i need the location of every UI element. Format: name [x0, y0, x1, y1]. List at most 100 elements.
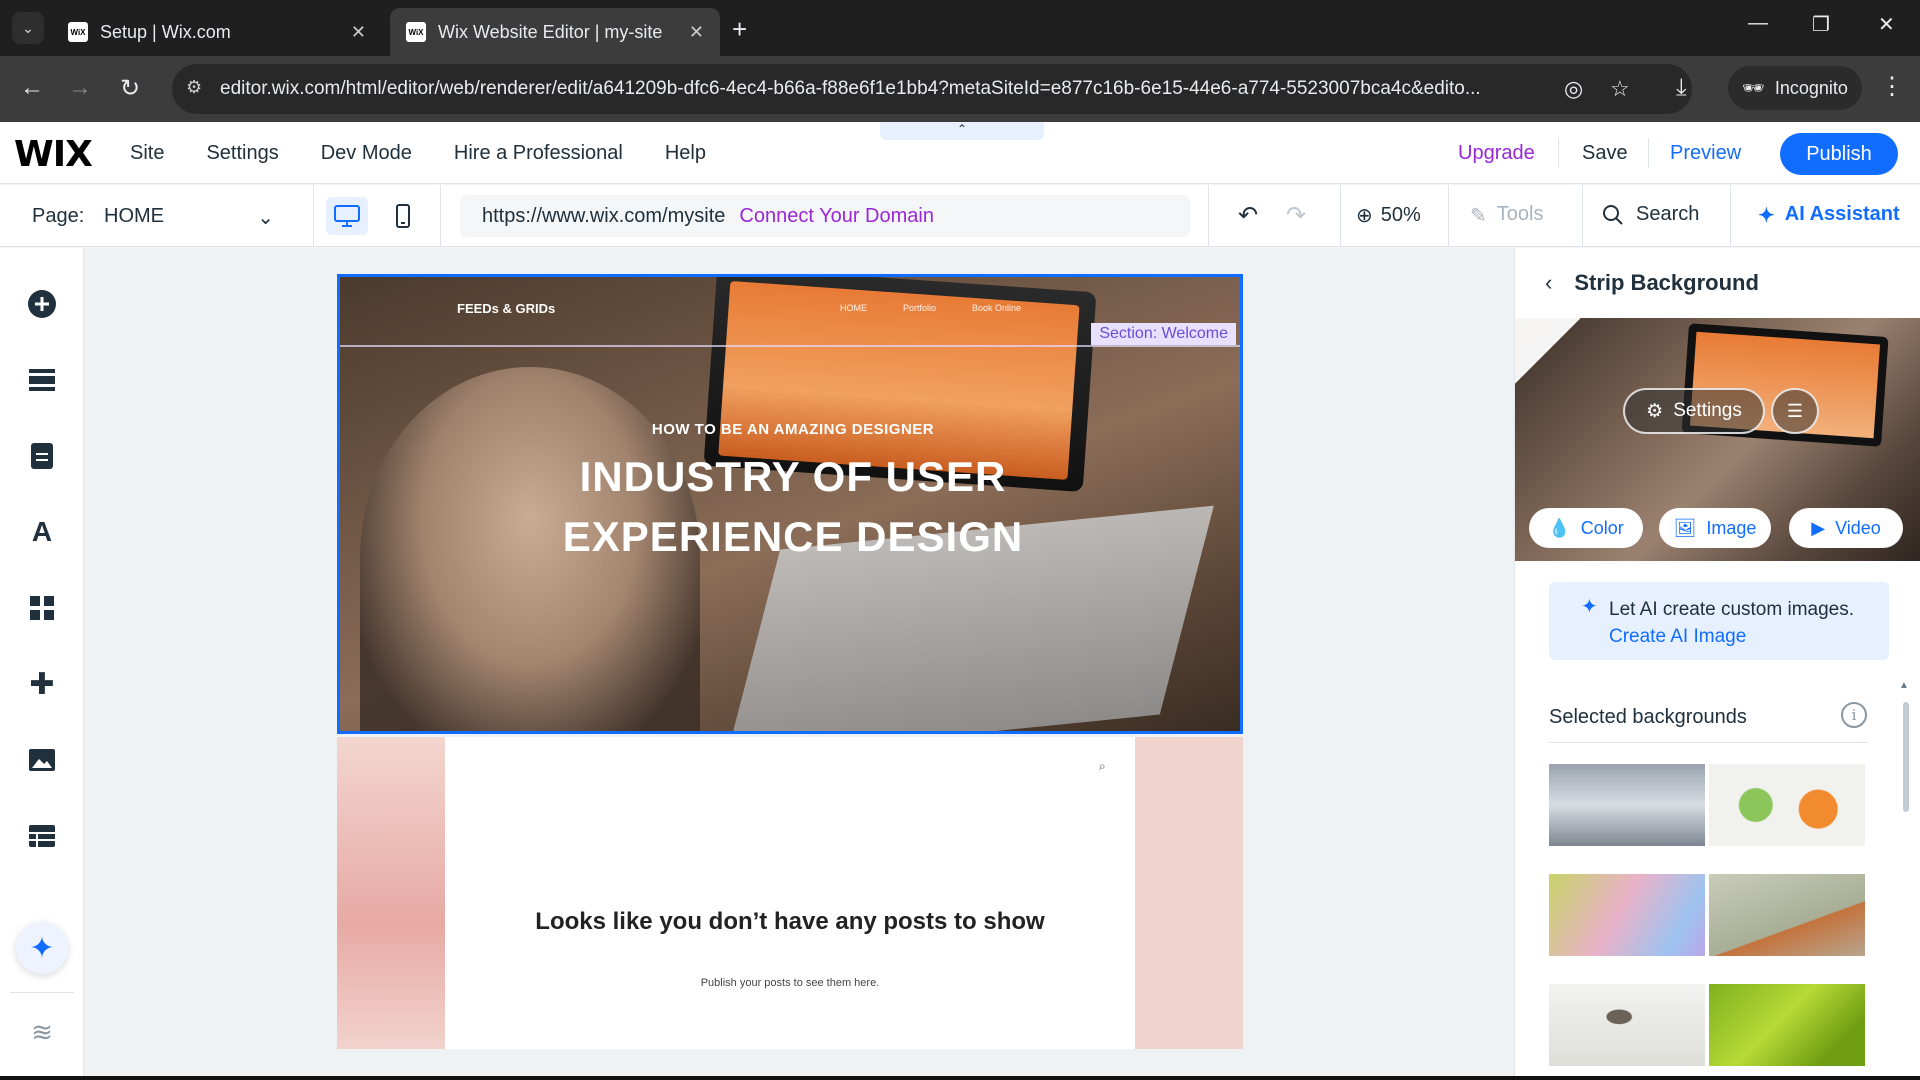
incognito-badge[interactable]: 🕶 Incognito [1728, 66, 1862, 110]
strip-background-panel: ‹ Strip Background ⚙ Settings ☰ 💧 Color … [1514, 248, 1920, 1080]
hero-title-line-1: INDUSTRY OF USER [579, 453, 1007, 500]
tab-title: Setup | Wix.com [100, 21, 231, 42]
zoom-in-icon: ⊕ [1356, 205, 1373, 227]
video-background-button[interactable]: ▶ Video [1789, 508, 1903, 548]
eye-off-icon[interactable]: ◎ [1564, 76, 1583, 102]
publish-button[interactable]: Publish [1780, 133, 1898, 175]
minimize-icon[interactable]: — [1748, 12, 1768, 35]
color-background-button[interactable]: 💧 Color [1529, 508, 1643, 548]
adjust-sliders-button[interactable]: ☰ [1771, 388, 1819, 434]
close-icon[interactable]: ✕ [351, 22, 366, 43]
wix-logo[interactable]: WIX [14, 134, 93, 175]
site-url[interactable]: https://www.wix.com/mysite [482, 205, 725, 228]
layers-icon[interactable]: ≋ [22, 1012, 62, 1052]
section-label-tag[interactable]: Section: Welcome [1091, 323, 1236, 345]
undo-icon[interactable]: ↶ [1238, 201, 1258, 230]
sparkle-icon: ✦ [1581, 596, 1598, 618]
menu-help[interactable]: Help [665, 142, 706, 165]
blog-section[interactable]: ⌕ Looks like you don’t have any posts to… [337, 737, 1243, 1049]
menu-site[interactable]: Site [130, 142, 164, 165]
site-nav-menu[interactable]: HOME Portfolio Book Online [840, 303, 1021, 313]
site-nav-portfolio[interactable]: Portfolio [903, 303, 936, 313]
image-label: Image [1706, 517, 1757, 538]
background-settings-button[interactable]: ⚙ Settings [1623, 388, 1765, 434]
background-thumbnail-minimal[interactable] [1549, 984, 1705, 1066]
gear-icon: ⚙ [1646, 400, 1664, 422]
back-chevron-icon[interactable]: ‹ [1545, 270, 1552, 296]
apps-button[interactable] [22, 588, 62, 628]
desktop-icon [334, 205, 360, 227]
reload-icon[interactable]: ↻ [120, 74, 140, 103]
browser-tab-setup[interactable]: WiX Setup | Wix.com ✕ [52, 8, 382, 56]
url-omnibox[interactable]: ⚙ editor.wix.com/html/editor/web/rendere… [172, 64, 1692, 114]
preview-corner-fold [1515, 318, 1581, 384]
search-icon [1603, 204, 1623, 225]
site-nav-book-online[interactable]: Book Online [972, 303, 1021, 313]
zoom-control[interactable]: ⊕ 50% [1356, 203, 1421, 228]
menu-dev-mode[interactable]: Dev Mode [321, 142, 412, 165]
background-thumbnail-mountain-video[interactable] [1549, 764, 1705, 846]
hero-title-line-2: EXPERIENCE DESIGN [562, 513, 1024, 560]
preview-button[interactable]: Preview [1670, 122, 1741, 184]
business-tools-puzzle-icon[interactable]: ✚ [22, 664, 62, 704]
image-background-button[interactable]: 🖼 Image [1659, 508, 1771, 548]
pages-menu-button[interactable] [22, 436, 62, 476]
divider [1730, 185, 1731, 247]
download-icon[interactable]: ⤓ [1676, 74, 1687, 102]
ai-assistant-button[interactable]: ✦ AI Assistant [1758, 203, 1900, 228]
tab-search-chevron-icon[interactable]: ⌄ [12, 12, 44, 44]
hero-kicker-text[interactable]: HOW TO BE AN AMAZING DESIGNER [340, 421, 1240, 438]
create-ai-image-link[interactable]: Create AI Image [1609, 626, 1746, 647]
settings-label: Settings [1673, 400, 1742, 421]
page-select-value: HOME [104, 205, 164, 227]
save-button[interactable]: Save [1582, 122, 1628, 184]
new-tab-icon[interactable]: + [732, 14, 747, 45]
window-close-icon[interactable]: ✕ [1878, 12, 1895, 37]
image-icon [29, 749, 55, 771]
left-tool-rail: A ✚ ✦ ≋ [0, 248, 84, 1080]
info-icon[interactable]: i [1841, 702, 1867, 728]
url-text[interactable]: editor.wix.com/html/editor/web/renderer/… [220, 78, 1580, 100]
tools-button[interactable]: ✎ Tools [1470, 203, 1543, 228]
search-button[interactable]: Search [1602, 203, 1699, 226]
collapse-topbar-chevron-icon[interactable]: ⌃ [880, 122, 1044, 140]
add-elements-button[interactable] [22, 284, 62, 324]
restore-icon[interactable]: ❐ [1812, 12, 1830, 37]
menu-hire-professional[interactable]: Hire a Professional [454, 142, 623, 165]
background-thumbnail-gradient[interactable] [1549, 874, 1705, 956]
site-nav-home[interactable]: HOME [840, 303, 867, 313]
bookmark-star-icon[interactable]: ☆ [1610, 76, 1630, 102]
media-button[interactable] [22, 740, 62, 780]
page-select[interactable]: HOME ⌄ [104, 205, 274, 230]
welcome-section[interactable]: FEEDs & GRIDs HOME Portfolio Book Online… [337, 274, 1243, 734]
ai-sparkle-button[interactable]: ✦ [16, 922, 68, 974]
browser-menu-icon[interactable]: ⋮ [1880, 72, 1904, 101]
divider [1549, 742, 1869, 743]
redo-icon[interactable]: ↷ [1286, 201, 1306, 230]
panel-header: ‹ Strip Background [1515, 248, 1920, 318]
forward-arrow-icon[interactable]: → [68, 74, 92, 102]
mobile-view-button[interactable] [382, 197, 424, 235]
browser-tab-editor[interactable]: WiX Wix Website Editor | my-site ✕ [390, 8, 720, 56]
menu-settings[interactable]: Settings [206, 142, 278, 165]
add-section-button[interactable] [22, 360, 62, 400]
divider [1582, 185, 1583, 247]
scroll-up-arrow-icon[interactable]: ▲ [1899, 680, 1909, 691]
close-icon[interactable]: ✕ [689, 22, 704, 43]
site-info-icon[interactable]: ⚙ [186, 77, 202, 98]
hero-title[interactable]: INDUSTRY OF USER EXPERIENCE DESIGN [340, 447, 1240, 567]
background-thumbnail-abstract-objects[interactable] [1709, 874, 1865, 956]
upgrade-button[interactable]: Upgrade [1458, 122, 1535, 184]
cms-button[interactable] [22, 816, 62, 856]
tools-icon: ✎ [1470, 205, 1487, 227]
desktop-view-button[interactable] [326, 197, 368, 235]
site-design-icon[interactable]: A [22, 512, 62, 552]
connect-domain-link[interactable]: Connect Your Domain [739, 205, 934, 228]
video-label: Video [1835, 517, 1881, 538]
blog-search-icon[interactable]: ⌕ [1099, 759, 1106, 774]
background-thumbnail-green-glass[interactable] [1709, 984, 1865, 1066]
background-thumbnail-citrus[interactable] [1709, 764, 1865, 846]
site-logo-text[interactable]: FEEDs & GRIDs [457, 301, 555, 316]
back-arrow-icon[interactable]: ← [20, 74, 44, 102]
panel-scrollbar[interactable] [1903, 702, 1909, 812]
